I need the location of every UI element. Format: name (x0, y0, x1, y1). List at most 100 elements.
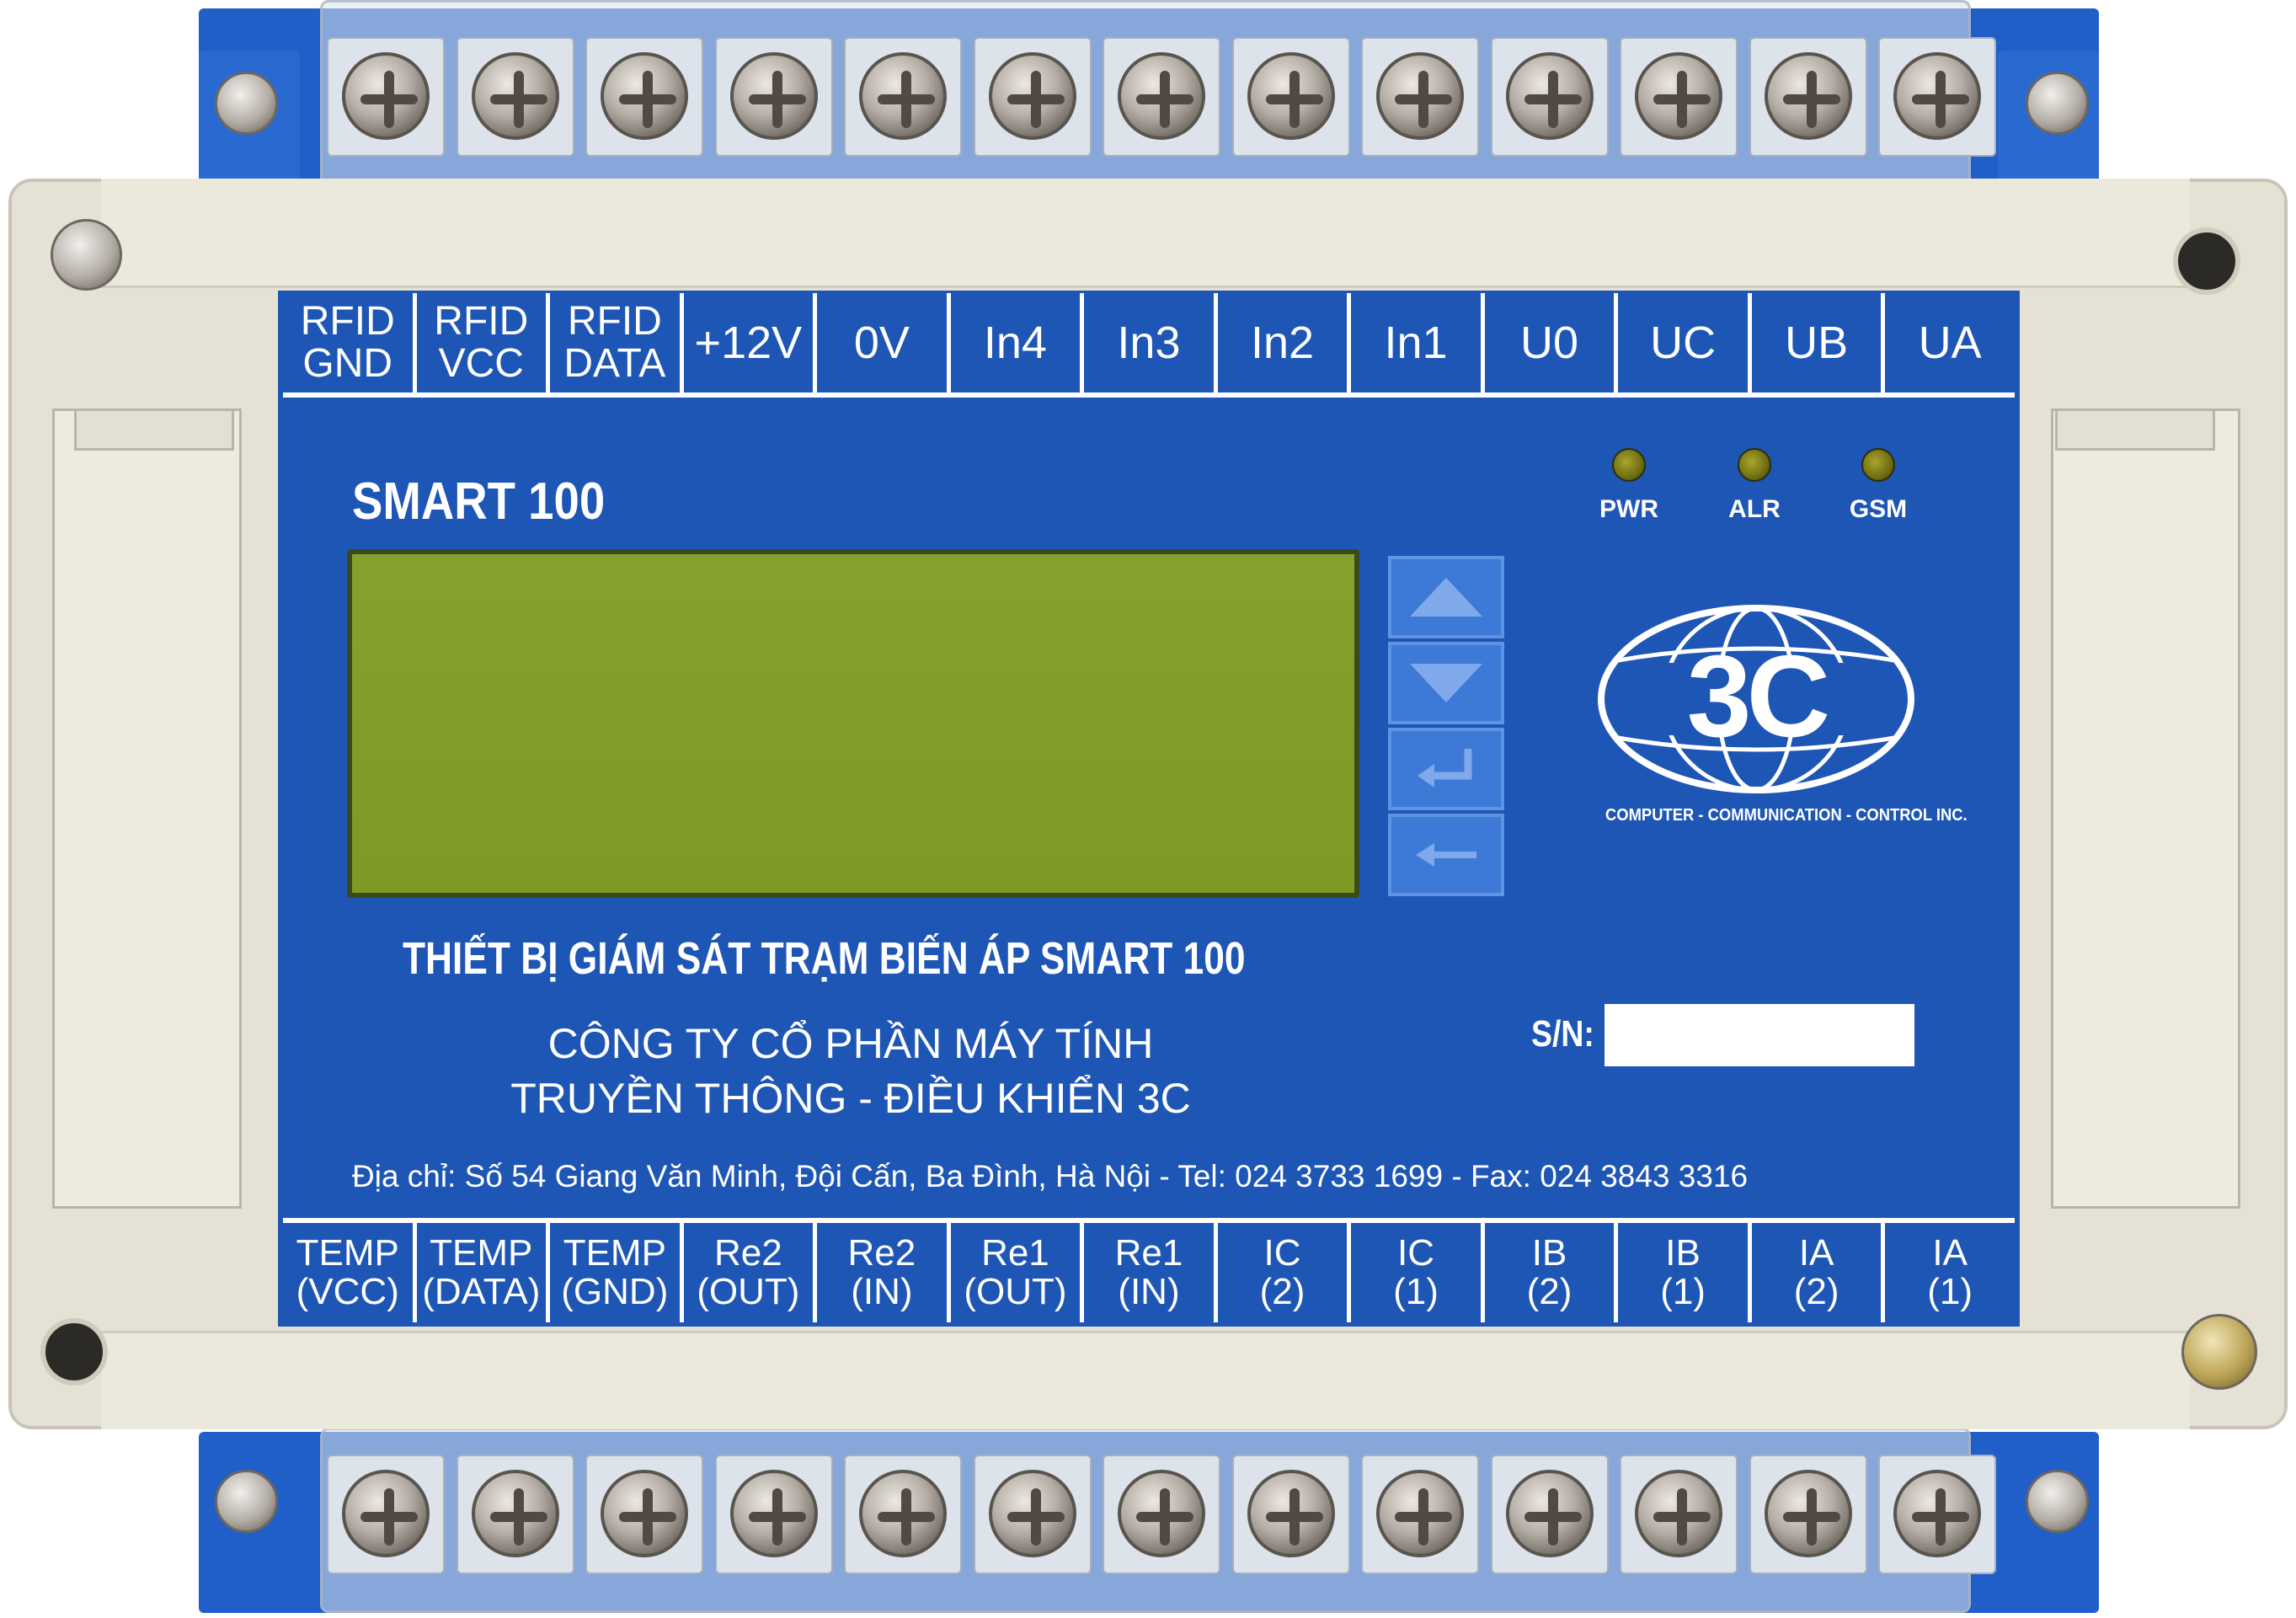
terminal-screw[interactable] (342, 52, 430, 140)
company-address: Địa chỉ: Số 54 Giang Văn Minh, Đội Cấn, … (352, 1159, 1749, 1193)
enter-key[interactable] (1388, 728, 1504, 810)
bottom-terminal-label-12: IA (1) (1885, 1223, 2015, 1322)
bottom-terminal-label-line2: (1) (1660, 1271, 1706, 1312)
top-terminal-label-10: UC (1618, 293, 1752, 392)
housing-lower-ledge (101, 1331, 2190, 1429)
bottom-left-rail-screw (215, 1470, 278, 1533)
top-label-divider (283, 392, 2015, 398)
bottom-terminal-label-line1: Re1 (981, 1231, 1049, 1274)
top-terminal-label-9: U0 (1484, 293, 1619, 392)
top-terminal-labels: RFID GND RFID VCC RFID DATA +12V 0V In4 In3 In2 In1… (283, 293, 2015, 392)
top-left-mount-screw (51, 219, 122, 291)
enter-icon (1418, 749, 1472, 788)
terminal-screw[interactable] (1893, 1470, 1981, 1557)
bottom-terminal-label-2: TEMP (GND) (550, 1223, 684, 1322)
terminal-screw[interactable] (471, 1470, 559, 1557)
bottom-terminal-label-7: IC (2) (1217, 1223, 1352, 1322)
top-terminal-label-5: In4 (950, 293, 1085, 392)
bottom-right-rail-screw (2026, 1470, 2089, 1533)
bottom-terminal-label-line1: IA (1932, 1231, 1968, 1274)
terminal-screw[interactable] (1893, 52, 1981, 140)
up-key[interactable] (1388, 556, 1504, 638)
terminal-screw[interactable] (1764, 52, 1852, 140)
left-side-slot (52, 409, 242, 1209)
top-terminal-label-line1: +12V (694, 317, 803, 368)
up-arrow-icon (1410, 578, 1482, 617)
down-arrow-icon (1410, 664, 1482, 702)
bottom-terminal-label-line2: (2) (1259, 1271, 1306, 1312)
bottom-terminal-label-6: Re1 (IN) (1084, 1223, 1218, 1322)
top-terminal-label-line2: GND (302, 341, 393, 386)
terminal-screw[interactable] (342, 1470, 430, 1557)
top-terminal-label-line1: In3 (1117, 317, 1181, 368)
bottom-terminal-label-8: IC (1) (1351, 1223, 1485, 1322)
terminal-screw[interactable] (1635, 52, 1722, 140)
top-terminal-label-line1: U0 (1520, 317, 1579, 368)
terminal-screw[interactable] (1247, 1470, 1335, 1557)
bottom-terminal-label-line2: (VCC) (296, 1271, 399, 1312)
model-name: SMART 100 (352, 473, 606, 531)
left-side-slot-tab (74, 409, 234, 451)
device-title: THIẾT BỊ GIÁM SÁT TRẠM BIẾN ÁP SMART 100 (403, 933, 1246, 984)
top-terminal-label-line1: In1 (1384, 317, 1448, 368)
serial-number-field (1605, 1004, 1914, 1066)
bottom-terminal-label-line1: IA (1798, 1231, 1834, 1274)
bottom-terminal-label-line1: TEMP (430, 1231, 533, 1274)
bottom-terminal-label-line1: Re2 (714, 1231, 782, 1274)
company-name-line1: CÔNG TY CỔ PHẦN MÁY TÍNH (547, 1020, 1154, 1067)
terminal-screw[interactable] (859, 52, 947, 140)
terminal-screw[interactable] (1505, 52, 1594, 140)
bottom-terminal-label-10: IB (1) (1618, 1223, 1752, 1322)
bottom-terminal-label-line2: (DATA) (422, 1271, 541, 1312)
terminal-screw[interactable] (1376, 1470, 1464, 1557)
right-side-slot (2051, 409, 2240, 1209)
bottom-right-mount-screw (2181, 1314, 2257, 1390)
top-terminal-label-6: In3 (1084, 293, 1218, 392)
terminal-screw[interactable] (988, 1470, 1076, 1557)
bottom-terminal-label-1: TEMP (DATA) (416, 1223, 551, 1322)
bottom-terminal-label-line1: TEMP (296, 1231, 399, 1274)
top-terminal-label-11: UB (1751, 293, 1886, 392)
down-key[interactable] (1388, 642, 1504, 724)
bottom-terminal-label-line1: IB (1665, 1231, 1701, 1274)
serial-label: S/N: (1531, 1013, 1594, 1055)
top-terminal-label-line1: RFID (300, 298, 395, 344)
terminal-screw[interactable] (729, 1470, 818, 1557)
lcd-display (347, 549, 1359, 898)
bottom-terminal-label-line2: (1) (1393, 1271, 1439, 1312)
terminal-screw[interactable] (1764, 1470, 1852, 1557)
top-right-mount-hole (2173, 227, 2240, 295)
bottom-terminal-label-line1: Re1 (1114, 1231, 1183, 1274)
bottom-terminal-label-0: TEMP (VCC) (283, 1223, 417, 1322)
bottom-terminal-label-9: IB (2) (1484, 1223, 1619, 1322)
terminal-screw[interactable] (729, 52, 818, 140)
top-terminal-label-3: +12V (683, 293, 818, 392)
top-terminal-label-0: RFID GND (283, 293, 417, 392)
top-terminal-label-line1: UA (1918, 317, 1982, 368)
terminal-screw[interactable] (601, 1470, 688, 1557)
bottom-terminal-label-line1: IB (1531, 1231, 1567, 1274)
terminal-screw[interactable] (601, 52, 688, 140)
terminal-screw[interactable] (1118, 52, 1205, 140)
terminal-screw[interactable] (1635, 1470, 1722, 1557)
terminal-screw[interactable] (471, 52, 559, 140)
top-terminal-label-2: RFID DATA (550, 293, 684, 392)
terminal-screw[interactable] (988, 52, 1076, 140)
top-terminal-label-line1: In4 (983, 317, 1047, 368)
terminal-screw[interactable] (1247, 52, 1335, 140)
bottom-terminal-label-line2: (OUT) (697, 1271, 800, 1312)
pwr-led-label: PWR (1599, 495, 1658, 523)
bottom-terminal-label-line2: (OUT) (964, 1271, 1067, 1312)
bottom-terminal-label-line2: (2) (1793, 1271, 1839, 1312)
top-terminal-label-8: In1 (1351, 293, 1485, 392)
pwr-led (1612, 448, 1646, 482)
terminal-screw[interactable] (1118, 1470, 1205, 1557)
back-key[interactable] (1388, 814, 1504, 896)
housing-upper-ledge (101, 179, 2190, 288)
terminal-screw[interactable] (1505, 1470, 1594, 1557)
terminal-screw[interactable] (859, 1470, 947, 1557)
back-arrow-icon (1416, 843, 1476, 867)
top-terminal-label-7: In2 (1217, 293, 1352, 392)
terminal-screw[interactable] (1376, 52, 1464, 140)
bottom-terminal-label-line1: TEMP (563, 1231, 666, 1274)
